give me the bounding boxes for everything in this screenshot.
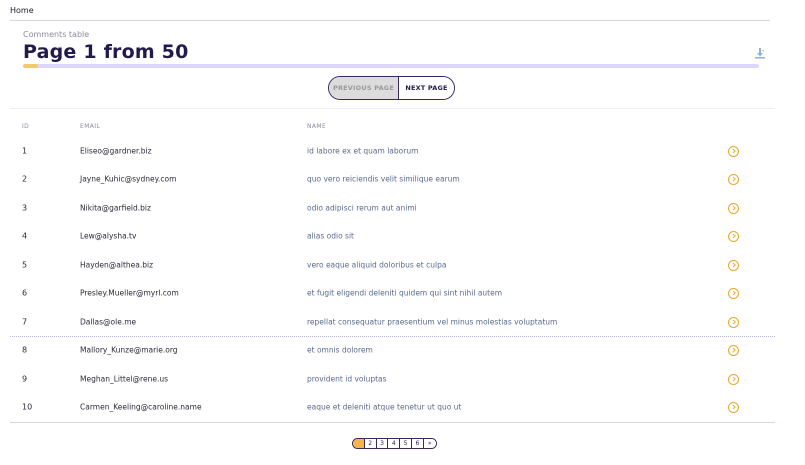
table-row: 1 Eliseo@gardner.biz id labore ex et quam … <box>10 137 775 165</box>
chevron-right-circle-icon[interactable] <box>728 373 739 385</box>
cell-email: Mallory_Kunze@marie.org <box>80 345 178 355</box>
page-button-4[interactable]: 4 <box>388 439 401 448</box>
page-button-5[interactable]: 5 <box>400 439 412 448</box>
table-row: 4 Lew@alysha.tv alias odio sit <box>10 222 775 250</box>
cell-id: 3 <box>22 203 28 213</box>
chevron-right-circle-icon[interactable] <box>728 344 739 356</box>
column-header-email: EMAIL <box>80 123 101 130</box>
previous-page-button[interactable]: PREVIOUS PAGE <box>329 77 399 99</box>
cell-name: repellat consequatur praesentium vel min… <box>307 317 558 327</box>
cell-name: odio adipisci rerum aut animi <box>307 203 417 213</box>
table-row: 10 Carmen_Keeling@caroline.name eaque et d… <box>10 393 775 421</box>
pagination: 1 2 3 4 5 6» <box>352 438 437 449</box>
comments-table: ID EMAIL NAME 1 Eliseo@gardner.biz id labo… <box>10 108 775 423</box>
cell-email: Eliseo@gardner.biz <box>80 146 152 156</box>
cell-name: et fugit eligendi deleniti quidem qui si… <box>307 288 503 298</box>
chevron-right-circle-icon[interactable] <box>728 316 739 328</box>
table-row: 3 Nikita@garfield.biz odio adipisci rerum … <box>10 194 775 222</box>
pager-toggle: PREVIOUS PAGE NEXT PAGE <box>328 76 455 100</box>
cell-name: et omnis dolorem <box>307 345 373 355</box>
export-icon[interactable] <box>755 44 765 59</box>
table-top-border <box>10 108 775 109</box>
breadcrumb-divider <box>10 20 770 21</box>
cell-email: Carmen_Keeling@caroline.name <box>80 402 202 412</box>
chevron-right-circle-icon[interactable] <box>728 287 739 299</box>
page-button-6[interactable]: 6 <box>411 439 424 448</box>
cell-id: 7 <box>22 317 28 327</box>
cell-email: Nikita@garfield.biz <box>80 203 151 213</box>
cell-id: 1 <box>22 146 28 156</box>
column-header-id: ID <box>22 123 30 130</box>
next-page-button[interactable]: NEXT PAGE <box>399 77 454 99</box>
cell-name: quo vero reiciendis velit similique earu… <box>307 174 460 184</box>
table-row: 7 Dallas@ole.me repellat consequatur praes… <box>10 308 775 336</box>
cell-name: provident id voluptas <box>307 374 387 384</box>
page-progress-fill <box>23 64 38 68</box>
chevron-right-circle-icon[interactable] <box>728 230 739 242</box>
table-row: 6 Presley.Mueller@myrl.com et fugit eligen… <box>10 279 775 307</box>
cell-email: Hayden@althea.biz <box>80 260 154 270</box>
breadcrumb-home-link[interactable]: Home <box>10 6 34 15</box>
page-button-1[interactable]: 1 <box>353 439 365 448</box>
page-button-3[interactable]: 3 <box>376 439 389 448</box>
page-subtitle: Comments table <box>23 30 90 39</box>
column-header-name: NAME <box>307 123 327 130</box>
cell-id: 9 <box>22 374 28 384</box>
cell-email: Presley.Mueller@myrl.com <box>80 288 179 298</box>
cell-id: 2 <box>22 174 28 184</box>
cell-email: Lew@alysha.tv <box>80 231 137 241</box>
cell-name: alias odio sit <box>307 231 354 241</box>
table-row: 9 Meghan_Littel@rene.us provident id volup… <box>10 365 775 393</box>
chevron-right-circle-icon[interactable] <box>728 401 739 413</box>
chevron-right-circle-icon[interactable] <box>728 202 739 214</box>
cell-id: 4 <box>22 231 28 241</box>
chevron-right-circle-icon[interactable] <box>728 173 739 185</box>
cell-name: vero eaque aliquid doloribus et culpa <box>307 260 447 270</box>
page-header: Comments table Page 1 from 50 <box>23 30 771 63</box>
page-progress-bar <box>23 64 759 68</box>
row-separator <box>10 336 775 337</box>
cell-name: id labore ex et quam laborum <box>307 146 419 156</box>
cell-name: eaque et deleniti atque tenetur ut quo u… <box>307 402 462 412</box>
chevron-right-circle-icon[interactable] <box>728 259 739 271</box>
table-row: 5 Hayden@althea.biz vero eaque aliquid dol… <box>10 251 775 279</box>
cell-email: Dallas@ole.me <box>80 317 137 327</box>
table-row: 2 Jayne_Kuhic@sydney.com quo vero reiciend… <box>10 165 775 193</box>
page-title: Page 1 from 50 <box>23 41 189 63</box>
table-row: 8 Mallory_Kunze@marie.org et omnis dolorem <box>10 336 775 364</box>
cell-id: 10 <box>22 402 33 412</box>
breadcrumb: Home <box>10 6 34 15</box>
cell-id: 5 <box>22 260 28 270</box>
page-button-2[interactable]: 2 <box>364 439 377 448</box>
cell-id: 8 <box>22 345 28 355</box>
chevron-right-circle-icon[interactable] <box>728 145 739 157</box>
next-pages-button[interactable]: » <box>423 439 436 448</box>
cell-id: 6 <box>22 288 28 298</box>
cell-email: Jayne_Kuhic@sydney.com <box>80 174 177 184</box>
cell-email: Meghan_Littel@rene.us <box>80 374 168 384</box>
